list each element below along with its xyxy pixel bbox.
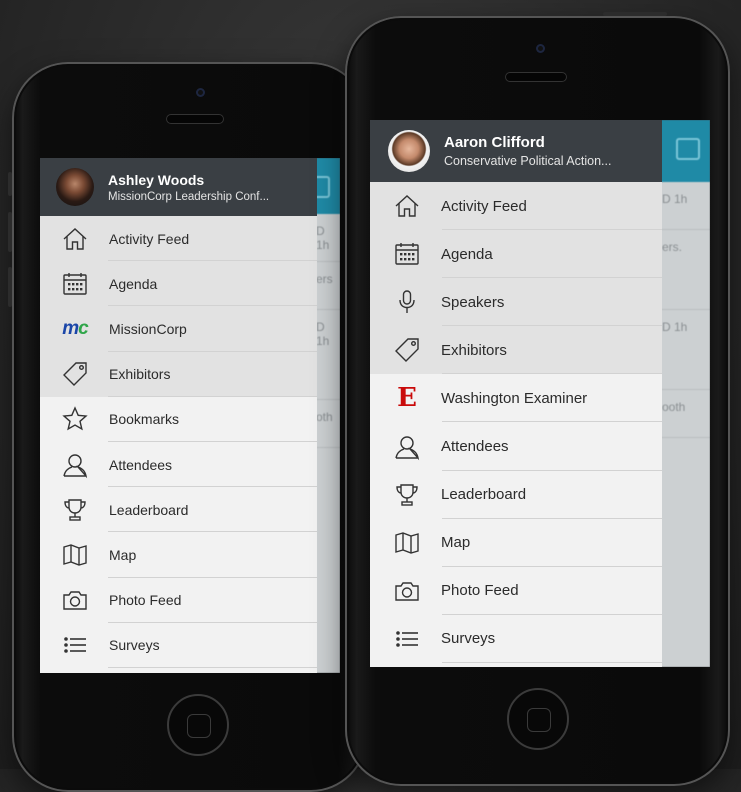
menu-item-attendees[interactable]: Attendees bbox=[370, 422, 662, 471]
menu-item-photo-feed[interactable]: Photo Feed bbox=[40, 578, 317, 623]
menu-item-exhibitors[interactable]: Exhibitors bbox=[370, 326, 662, 375]
menu-item-label: Speakers bbox=[441, 293, 505, 311]
avatar[interactable] bbox=[56, 168, 94, 206]
menu-item-attendees[interactable]: Attendees bbox=[40, 442, 317, 488]
menu-item-label: Washington Examiner bbox=[441, 389, 588, 407]
profile-header[interactable]: Ashley Woods MissionCorp Leadership Conf… bbox=[40, 158, 317, 216]
menu-item-leaderboard[interactable]: Leaderboard bbox=[370, 471, 662, 519]
menu-item-label: Activity Feed bbox=[109, 230, 190, 247]
menu-item-label: Photo Feed bbox=[109, 592, 182, 609]
menu-item-label: Exhibitors bbox=[109, 366, 171, 383]
event-name: Conservative Political Action... bbox=[444, 154, 612, 168]
home-button[interactable] bbox=[507, 688, 569, 750]
menu-item-label: Leaderboard bbox=[109, 501, 189, 518]
menu-item-washington-examiner[interactable]: E Washington Examiner bbox=[370, 374, 662, 423]
navigation-drawer: Ashley Woods MissionCorp Leadership Conf… bbox=[40, 158, 317, 673]
background-row: D 1h bbox=[660, 310, 710, 390]
person-icon bbox=[58, 450, 92, 480]
list-icon bbox=[58, 630, 92, 660]
camera-icon bbox=[390, 576, 424, 606]
background-app-header bbox=[660, 120, 710, 182]
menu-item-label: Surveys bbox=[441, 630, 496, 648]
camera-icon bbox=[58, 585, 92, 615]
tag-icon bbox=[58, 359, 92, 389]
phone-right: D 1h ers. D 1h ooth Aaron Clifford Conse… bbox=[345, 12, 730, 786]
profile-header[interactable]: Aaron Clifford Conservative Political Ac… bbox=[370, 120, 662, 182]
menu-item-label: Agenda bbox=[441, 245, 493, 263]
volume-up-button bbox=[8, 212, 12, 252]
menu-item-bookmarks[interactable]: Bookmarks bbox=[40, 397, 317, 443]
home-button[interactable] bbox=[167, 694, 229, 756]
menu-item-surveys[interactable]: Surveys bbox=[370, 615, 662, 664]
user-name: Ashley Woods bbox=[108, 171, 205, 188]
user-name: Aaron Clifford bbox=[444, 134, 545, 151]
earpiece-speaker bbox=[505, 72, 567, 82]
power-button bbox=[242, 58, 302, 62]
menu-item-label: Attendees bbox=[441, 438, 509, 456]
missioncorp-logo-icon: mc bbox=[62, 317, 88, 339]
phone-left: D 1h ers D 1h oth Ashley Woods MissionCo… bbox=[8, 58, 367, 792]
menu-item-label: Photo Feed bbox=[441, 582, 519, 600]
menu-item-agenda[interactable]: Agenda bbox=[370, 230, 662, 279]
menu-item-exhibitors[interactable]: Exhibitors bbox=[40, 351, 317, 397]
background-row: ers. bbox=[660, 230, 710, 310]
menu-item-label: Bookmarks bbox=[109, 411, 180, 428]
map-icon bbox=[58, 540, 92, 570]
front-camera bbox=[196, 88, 205, 97]
screen: D 1h ers. D 1h ooth Aaron Clifford Conse… bbox=[370, 120, 710, 667]
event-name: MissionCorp Leadership Conf... bbox=[108, 190, 270, 203]
background-row: D 1h bbox=[660, 182, 710, 230]
background-row: ooth bbox=[660, 390, 710, 438]
trophy-icon bbox=[390, 480, 424, 510]
compose-icon bbox=[676, 138, 700, 160]
screen: D 1h ers D 1h oth Ashley Woods MissionCo… bbox=[40, 158, 340, 673]
volume-down-button bbox=[8, 267, 12, 307]
menu-item-activity-feed[interactable]: Activity Feed bbox=[40, 216, 317, 262]
earpiece-speaker bbox=[166, 114, 224, 124]
map-icon bbox=[390, 528, 424, 558]
menu-item-agenda[interactable]: Agenda bbox=[40, 261, 317, 307]
menu-item-activity-feed[interactable]: Activity Feed bbox=[370, 182, 662, 231]
background-app: D 1h ers. D 1h ooth bbox=[660, 120, 710, 667]
menu-item-photo-feed[interactable]: Photo Feed bbox=[370, 567, 662, 615]
menu-item-label: Surveys bbox=[109, 637, 160, 654]
menu-item-map[interactable]: Map bbox=[40, 532, 317, 578]
washington-examiner-logo-icon: E bbox=[397, 383, 417, 414]
home-icon bbox=[390, 191, 424, 221]
menu-item-label: Agenda bbox=[109, 275, 158, 292]
calendar-icon bbox=[58, 269, 92, 299]
star-icon bbox=[58, 404, 92, 434]
microphone-icon bbox=[390, 287, 424, 317]
menu-item-label: Exhibitors bbox=[441, 341, 507, 359]
list-icon bbox=[390, 624, 424, 654]
menu-item-missioncorp[interactable]: mc MissionCorp bbox=[40, 306, 317, 352]
menu-item-speakers[interactable]: Speakers bbox=[370, 278, 662, 327]
menu-item-label: Attendees bbox=[109, 456, 173, 473]
calendar-icon bbox=[390, 239, 424, 269]
menu-item-label: Leaderboard bbox=[441, 486, 527, 504]
navigation-drawer: Aaron Clifford Conservative Political Ac… bbox=[370, 120, 662, 667]
avatar[interactable] bbox=[388, 130, 430, 172]
menu-item-label: MissionCorp bbox=[109, 320, 187, 337]
power-button bbox=[603, 12, 667, 16]
trophy-icon bbox=[58, 495, 92, 525]
mute-switch bbox=[8, 172, 12, 196]
person-icon bbox=[390, 432, 424, 462]
menu-item-leaderboard[interactable]: Leaderboard bbox=[40, 487, 317, 533]
menu-item-label: Activity Feed bbox=[441, 197, 527, 215]
tag-icon bbox=[390, 335, 424, 365]
menu-item-label: Map bbox=[109, 546, 137, 563]
menu-item-label: Map bbox=[441, 534, 471, 552]
front-camera bbox=[536, 44, 545, 53]
menu-item-surveys[interactable]: Surveys bbox=[40, 623, 317, 669]
home-icon bbox=[58, 224, 92, 254]
menu-item-map[interactable]: Map bbox=[370, 519, 662, 567]
